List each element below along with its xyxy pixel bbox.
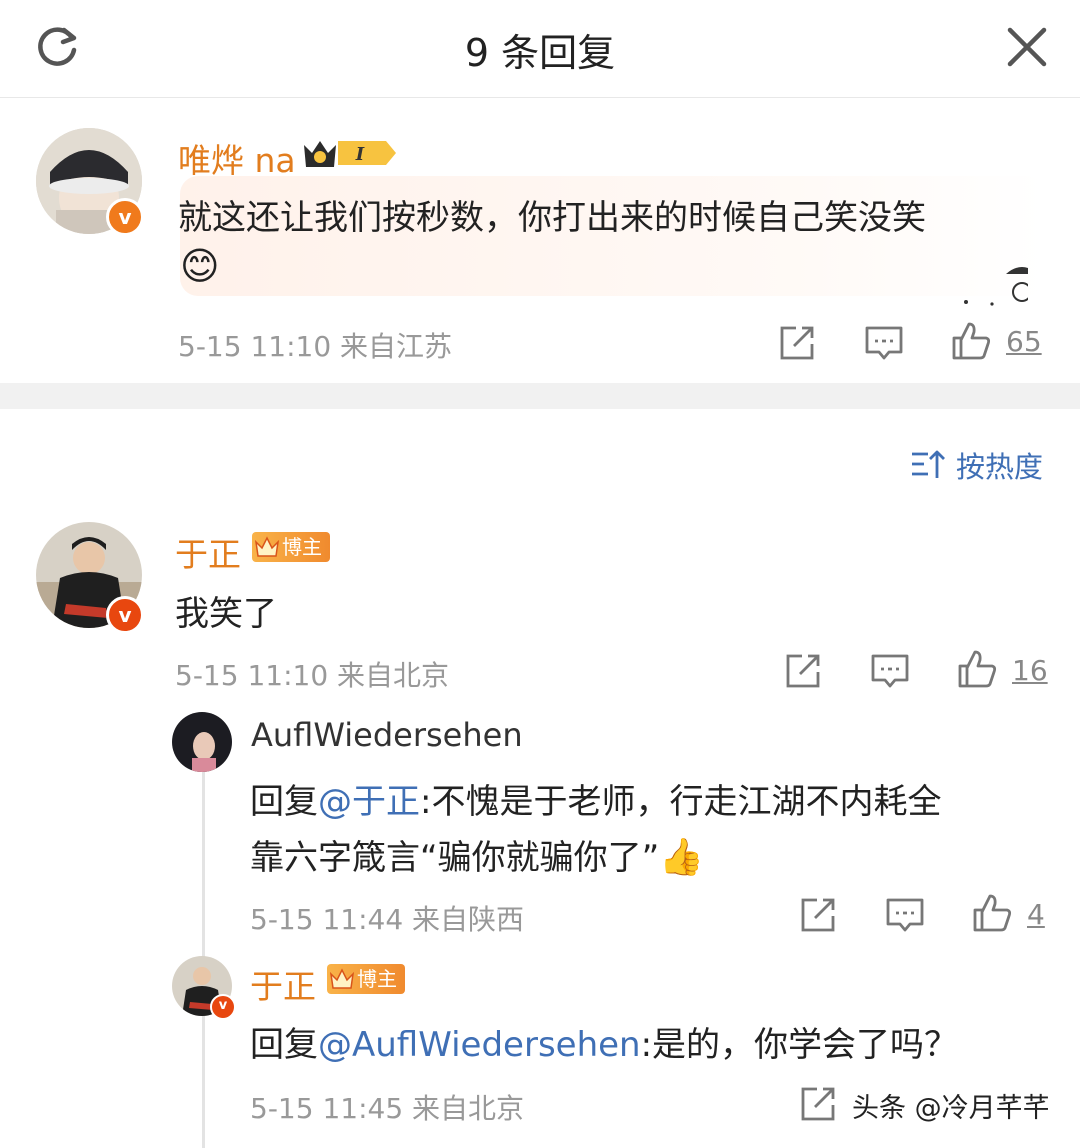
comment-author[interactable]: 唯烨 na: [178, 134, 296, 182]
verified-badge-icon: v: [210, 994, 236, 1020]
reply-text-line2: 靠六字箴言“骗你就骗你了”👍: [250, 837, 705, 878]
comment-time: 5-15 11:10 来自江苏: [178, 330, 453, 363]
reply-text: 我笑了: [175, 594, 277, 634]
like-count[interactable]: 65: [1006, 325, 1042, 358]
avatar[interactable]: [172, 712, 232, 772]
comment-icon[interactable]: [884, 894, 926, 936]
reply-text-line1: 回复@于正:不愧是于老师，行走江湖不内耗全: [250, 782, 942, 822]
like-count[interactable]: 16: [1012, 654, 1048, 687]
like-count[interactable]: 4: [1027, 898, 1045, 931]
reply-time: 5-15 11:44 来自陕西: [250, 903, 525, 936]
reply-author[interactable]: AuflWiedersehen: [251, 716, 523, 754]
reply-text: 回复@AuflWiedersehen:是的，你学会了吗？: [250, 1025, 959, 1065]
watermark: 头条 @冷月芊芊: [852, 1093, 1050, 1124]
reply-author[interactable]: 于正: [175, 528, 241, 576]
sort-label: 按热度: [956, 450, 1044, 484]
crown-icon: [254, 536, 280, 557]
blogger-tag-label: 博主: [357, 967, 397, 991]
comment-icon[interactable]: [869, 650, 911, 692]
reply-time: 5-15 11:10 来自北京: [175, 659, 450, 692]
smile-emoji-icon: 😊: [180, 244, 220, 288]
member-level-text: I: [355, 144, 365, 165]
comment-icon[interactable]: [863, 322, 905, 364]
share-icon[interactable]: [776, 322, 818, 364]
header-bar: 9 条回复: [0, 0, 1080, 98]
mention-link[interactable]: @于正: [318, 782, 420, 822]
mushroom-sticker-icon: [964, 267, 1028, 306]
page-title: 9 条回复: [464, 31, 616, 75]
like-icon[interactable]: [971, 892, 1013, 934]
mention-link[interactable]: @AuflWiedersehen: [318, 1025, 641, 1065]
crown-icon: [329, 968, 355, 989]
blogger-tag-label: 博主: [282, 535, 322, 559]
close-icon[interactable]: [1000, 20, 1054, 74]
like-icon[interactable]: [950, 320, 992, 362]
section-divider: [0, 383, 1080, 409]
share-icon[interactable]: [782, 650, 824, 692]
like-icon[interactable]: [956, 648, 998, 690]
reply-author[interactable]: 于正: [250, 960, 316, 1008]
share-icon[interactable]: [797, 1083, 839, 1125]
blogger-tag: 博主: [252, 532, 330, 562]
share-icon[interactable]: [797, 894, 839, 936]
blogger-tag: 博主: [327, 964, 405, 994]
reply-time: 5-15 11:45 来自北京: [250, 1092, 525, 1125]
verified-badge-icon: v: [106, 198, 144, 236]
member-level-badge-icon: I: [304, 141, 396, 167]
thumbs-up-emoji-icon: 👍: [659, 837, 705, 878]
comment-text: 就这还让我们按秒数，你打出来的时候自己笑没笑: [178, 198, 926, 238]
sort-icon: [912, 450, 945, 478]
verified-badge-icon: v: [106, 596, 144, 634]
